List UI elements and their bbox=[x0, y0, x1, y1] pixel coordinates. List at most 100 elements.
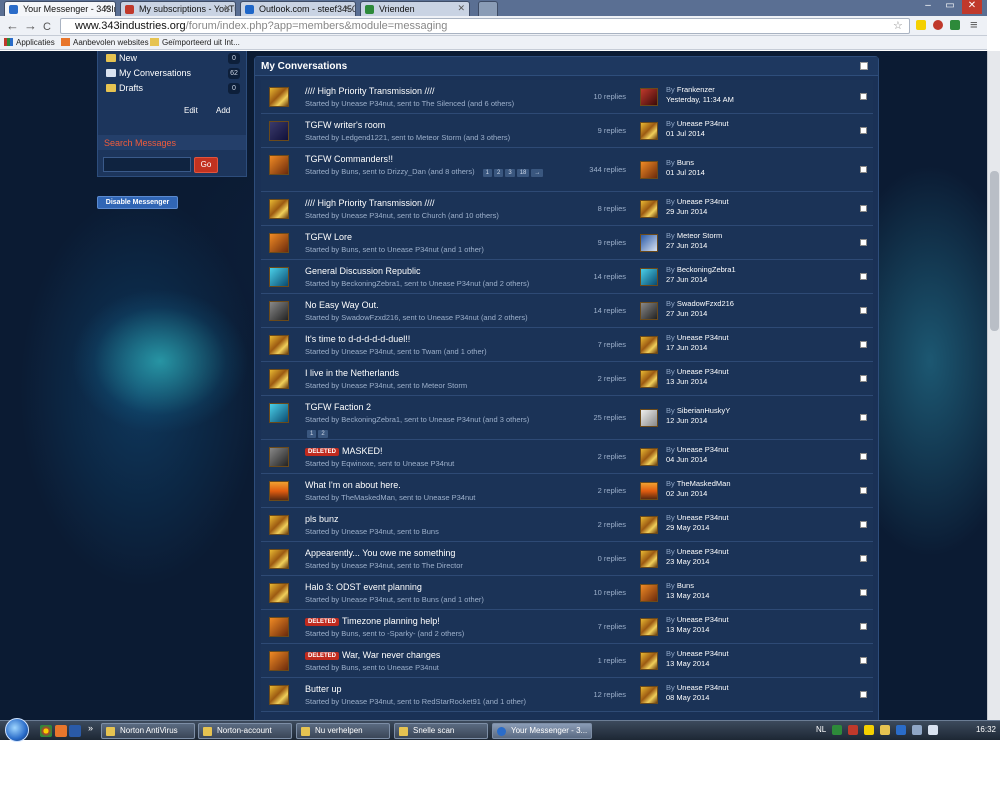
conversation-title[interactable]: TGFW Faction 2 bbox=[305, 402, 371, 412]
starter-avatar[interactable] bbox=[269, 583, 289, 603]
browser-tab[interactable]: Outlook.com - steef3450 ✕ bbox=[240, 1, 356, 16]
conversation-checkbox[interactable] bbox=[860, 589, 867, 596]
network-icon[interactable] bbox=[912, 725, 922, 735]
close-tab-icon[interactable]: ✕ bbox=[457, 3, 465, 14]
conversation-checkbox[interactable] bbox=[860, 239, 867, 246]
conversation-row[interactable]: //// High Priority Transmission //// Star… bbox=[261, 80, 873, 114]
conversation-title[interactable]: //// High Priority Transmission //// bbox=[305, 198, 435, 208]
conversation-checkbox[interactable] bbox=[860, 127, 867, 134]
starter-avatar[interactable] bbox=[269, 403, 289, 423]
star-icon[interactable]: ☆ bbox=[893, 19, 903, 32]
scrollbar-thumb[interactable] bbox=[990, 171, 999, 331]
starter-avatar[interactable] bbox=[269, 233, 289, 253]
last-poster-avatar[interactable] bbox=[640, 448, 658, 466]
last-poster-avatar[interactable] bbox=[640, 88, 658, 106]
page-link[interactable]: 3 bbox=[505, 169, 515, 177]
browser-tab[interactable]: My subscriptions - YouTu ✕ bbox=[120, 1, 236, 16]
quicklaunch-icon[interactable] bbox=[55, 725, 67, 737]
tray-icon[interactable] bbox=[880, 725, 890, 735]
conversation-row[interactable]: No Easy Way Out. Started by SwadowFzxd216… bbox=[261, 294, 873, 328]
last-poster[interactable]: By SiberianHuskyY bbox=[666, 406, 730, 415]
last-poster-avatar[interactable] bbox=[640, 302, 658, 320]
extension-icon-2[interactable] bbox=[933, 20, 943, 30]
conversation-title[interactable]: pls bunz bbox=[305, 514, 339, 524]
conversation-title[interactable]: It's time to d-d-d-d-d-duel!! bbox=[305, 334, 410, 344]
page-link[interactable]: 1 bbox=[482, 169, 493, 177]
last-poster[interactable]: By Unease P34nut bbox=[666, 197, 729, 206]
starter-avatar[interactable] bbox=[269, 369, 289, 389]
conversation-checkbox[interactable] bbox=[860, 93, 867, 100]
conversation-checkbox[interactable] bbox=[860, 521, 867, 528]
conversation-checkbox[interactable] bbox=[860, 453, 867, 460]
starter-avatar[interactable] bbox=[269, 617, 289, 637]
page-link[interactable]: 2 bbox=[494, 169, 504, 177]
search-messages-input[interactable] bbox=[103, 157, 191, 172]
language-indicator[interactable]: NL bbox=[816, 725, 826, 734]
edit-folders-link[interactable]: Edit bbox=[184, 106, 198, 115]
conversation-title[interactable]: TGFW Commanders!! bbox=[305, 154, 393, 164]
conversation-checkbox[interactable] bbox=[860, 273, 867, 280]
last-poster-avatar[interactable] bbox=[640, 200, 658, 218]
last-poster[interactable]: By Frankenzer bbox=[666, 85, 715, 94]
page-link[interactable]: 1 bbox=[307, 430, 317, 438]
conversation-row[interactable]: //// High Priority Transmission //// Star… bbox=[261, 192, 873, 226]
folder-my-conversations[interactable]: My Conversations 62 bbox=[106, 68, 246, 82]
last-poster[interactable]: By Unease P34nut bbox=[666, 615, 729, 624]
conversation-row[interactable]: What I'm on about here. Started by TheMas… bbox=[261, 474, 873, 508]
last-poster[interactable]: By Meteor Storm bbox=[666, 231, 722, 240]
last-poster[interactable]: By Unease P34nut bbox=[666, 513, 729, 522]
conversation-row[interactable]: Appearently... You owe me something Start… bbox=[261, 542, 873, 576]
last-poster-avatar[interactable] bbox=[640, 122, 658, 140]
reload-button[interactable]: C bbox=[43, 20, 51, 34]
last-poster[interactable]: By Unease P34nut bbox=[666, 547, 729, 556]
tray-icon[interactable] bbox=[832, 725, 842, 735]
taskbar-task[interactable]: Norton AntiVirus bbox=[101, 723, 195, 739]
last-poster-avatar[interactable] bbox=[640, 409, 658, 427]
conversation-title[interactable]: Halo 3: ODST event planning bbox=[305, 582, 422, 592]
start-button[interactable] bbox=[5, 718, 29, 742]
starter-avatar[interactable] bbox=[269, 685, 289, 705]
last-poster[interactable]: By Unease P34nut bbox=[666, 367, 729, 376]
conversation-title[interactable]: What I'm on about here. bbox=[305, 480, 401, 490]
page-scrollbar[interactable] bbox=[987, 51, 1000, 720]
conversation-title[interactable]: No Easy Way Out. bbox=[305, 300, 379, 310]
last-poster[interactable]: By Unease P34nut bbox=[666, 119, 729, 128]
conversation-title[interactable]: DELETED War, War never changes bbox=[305, 650, 440, 660]
folder-new[interactable]: New 0 bbox=[106, 53, 246, 67]
extension-icon[interactable] bbox=[916, 20, 926, 30]
conversation-row[interactable]: DELETED War, War never changes Started by … bbox=[261, 644, 873, 678]
starter-avatar[interactable] bbox=[269, 515, 289, 535]
address-bar[interactable]: www.343industries.org/forum/index.php?ap… bbox=[60, 18, 910, 34]
close-tab-icon[interactable]: ✕ bbox=[223, 3, 231, 14]
conversation-row[interactable]: DELETED MASKED! Started by Eqwinoxe, sent … bbox=[261, 440, 873, 474]
last-poster-avatar[interactable] bbox=[640, 584, 658, 602]
volume-icon[interactable] bbox=[928, 725, 938, 735]
starter-avatar[interactable] bbox=[269, 549, 289, 569]
clock[interactable]: 16:32 bbox=[976, 725, 996, 734]
starter-avatar[interactable] bbox=[269, 155, 289, 175]
starter-avatar[interactable] bbox=[269, 301, 289, 321]
conversation-row[interactable]: TGFW Faction 2 Started by BeckoningZebra1… bbox=[261, 396, 873, 440]
taskbar-task[interactable]: Your Messenger - 3... bbox=[492, 723, 592, 739]
last-poster-avatar[interactable] bbox=[640, 686, 658, 704]
last-poster[interactable]: By Buns bbox=[666, 581, 694, 590]
starter-avatar[interactable] bbox=[269, 87, 289, 107]
conversation-row[interactable]: TGFW Lore Started by Buns, sent to Unease… bbox=[261, 226, 873, 260]
last-poster-avatar[interactable] bbox=[640, 618, 658, 636]
conversation-checkbox[interactable] bbox=[860, 555, 867, 562]
conversation-checkbox[interactable] bbox=[860, 205, 867, 212]
conversation-checkbox[interactable] bbox=[860, 657, 867, 664]
tray-icon[interactable] bbox=[848, 725, 858, 735]
last-poster-avatar[interactable] bbox=[640, 482, 658, 500]
word-icon[interactable] bbox=[69, 725, 81, 737]
last-poster[interactable]: By Unease P34nut bbox=[666, 445, 729, 454]
taskbar-task[interactable]: Snelle scan bbox=[394, 723, 488, 739]
page-link[interactable]: 18 bbox=[516, 169, 530, 177]
conversation-title[interactable]: Butter up bbox=[305, 684, 342, 694]
window-minimize-button[interactable]: – bbox=[918, 0, 938, 14]
last-poster[interactable]: By BeckoningZebra1 bbox=[666, 265, 736, 274]
window-restore-button[interactable]: ▭ bbox=[940, 0, 960, 14]
conversation-checkbox[interactable] bbox=[860, 166, 867, 173]
conversation-row[interactable]: TGFW Commanders!! Started by Buns, sent t… bbox=[261, 148, 873, 192]
starter-avatar[interactable] bbox=[269, 121, 289, 141]
